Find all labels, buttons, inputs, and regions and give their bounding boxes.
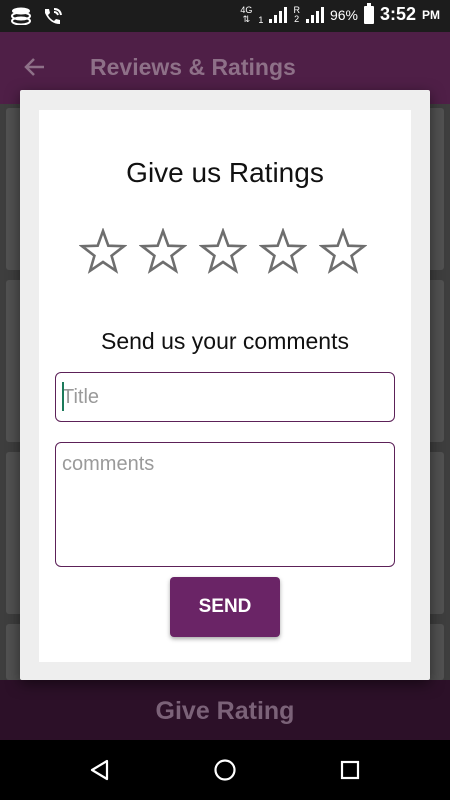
back-triangle-icon[interactable]: [88, 758, 112, 782]
comments-heading: Send us your comments: [100, 328, 349, 354]
rating-dialog-body: Give us Ratings Send us your comments SE…: [39, 110, 411, 662]
text-cursor: [62, 382, 64, 411]
star-rating: [79, 228, 367, 276]
storage-icon: [11, 7, 31, 25]
send-button[interactable]: SEND: [170, 577, 280, 637]
dialog-title: Give us Ratings: [126, 157, 324, 188]
give-rating-label: Give Rating: [155, 697, 295, 725]
page-title: Reviews & Ratings: [90, 54, 296, 80]
rating-dialog: Give us Ratings Send us your comments SE…: [20, 90, 430, 680]
status-bar: 4G ⇅ 1 R 2 96% 3:52 PM: [0, 0, 450, 32]
signal-sim2-icon: [305, 6, 324, 23]
navigation-bar: [0, 740, 450, 800]
battery-icon: [363, 2, 374, 24]
home-circle-icon[interactable]: [213, 758, 237, 782]
wifi-calling-icon: [45, 8, 62, 24]
clock-ampm: PM: [422, 7, 440, 22]
sim1-label: 1: [258, 15, 264, 25]
star-2-icon[interactable]: [139, 228, 187, 276]
sim2-label: 2: [294, 13, 300, 24]
star-5-icon[interactable]: [319, 228, 367, 276]
title-input[interactable]: [55, 372, 395, 422]
star-3-icon[interactable]: [199, 228, 247, 276]
data-arrows-icon: ⇅: [242, 13, 251, 24]
give-rating-button[interactable]: Give Rating: [0, 680, 450, 740]
signal-sim1-icon: [269, 6, 288, 23]
clock-time: 3:52: [379, 4, 416, 24]
star-4-icon[interactable]: [259, 228, 307, 276]
recents-square-icon[interactable]: [338, 758, 362, 782]
comments-input[interactable]: [55, 442, 395, 567]
star-1-icon[interactable]: [79, 228, 127, 276]
arrow-left-icon[interactable]: [22, 54, 48, 80]
battery-percent: 96%: [329, 6, 358, 23]
